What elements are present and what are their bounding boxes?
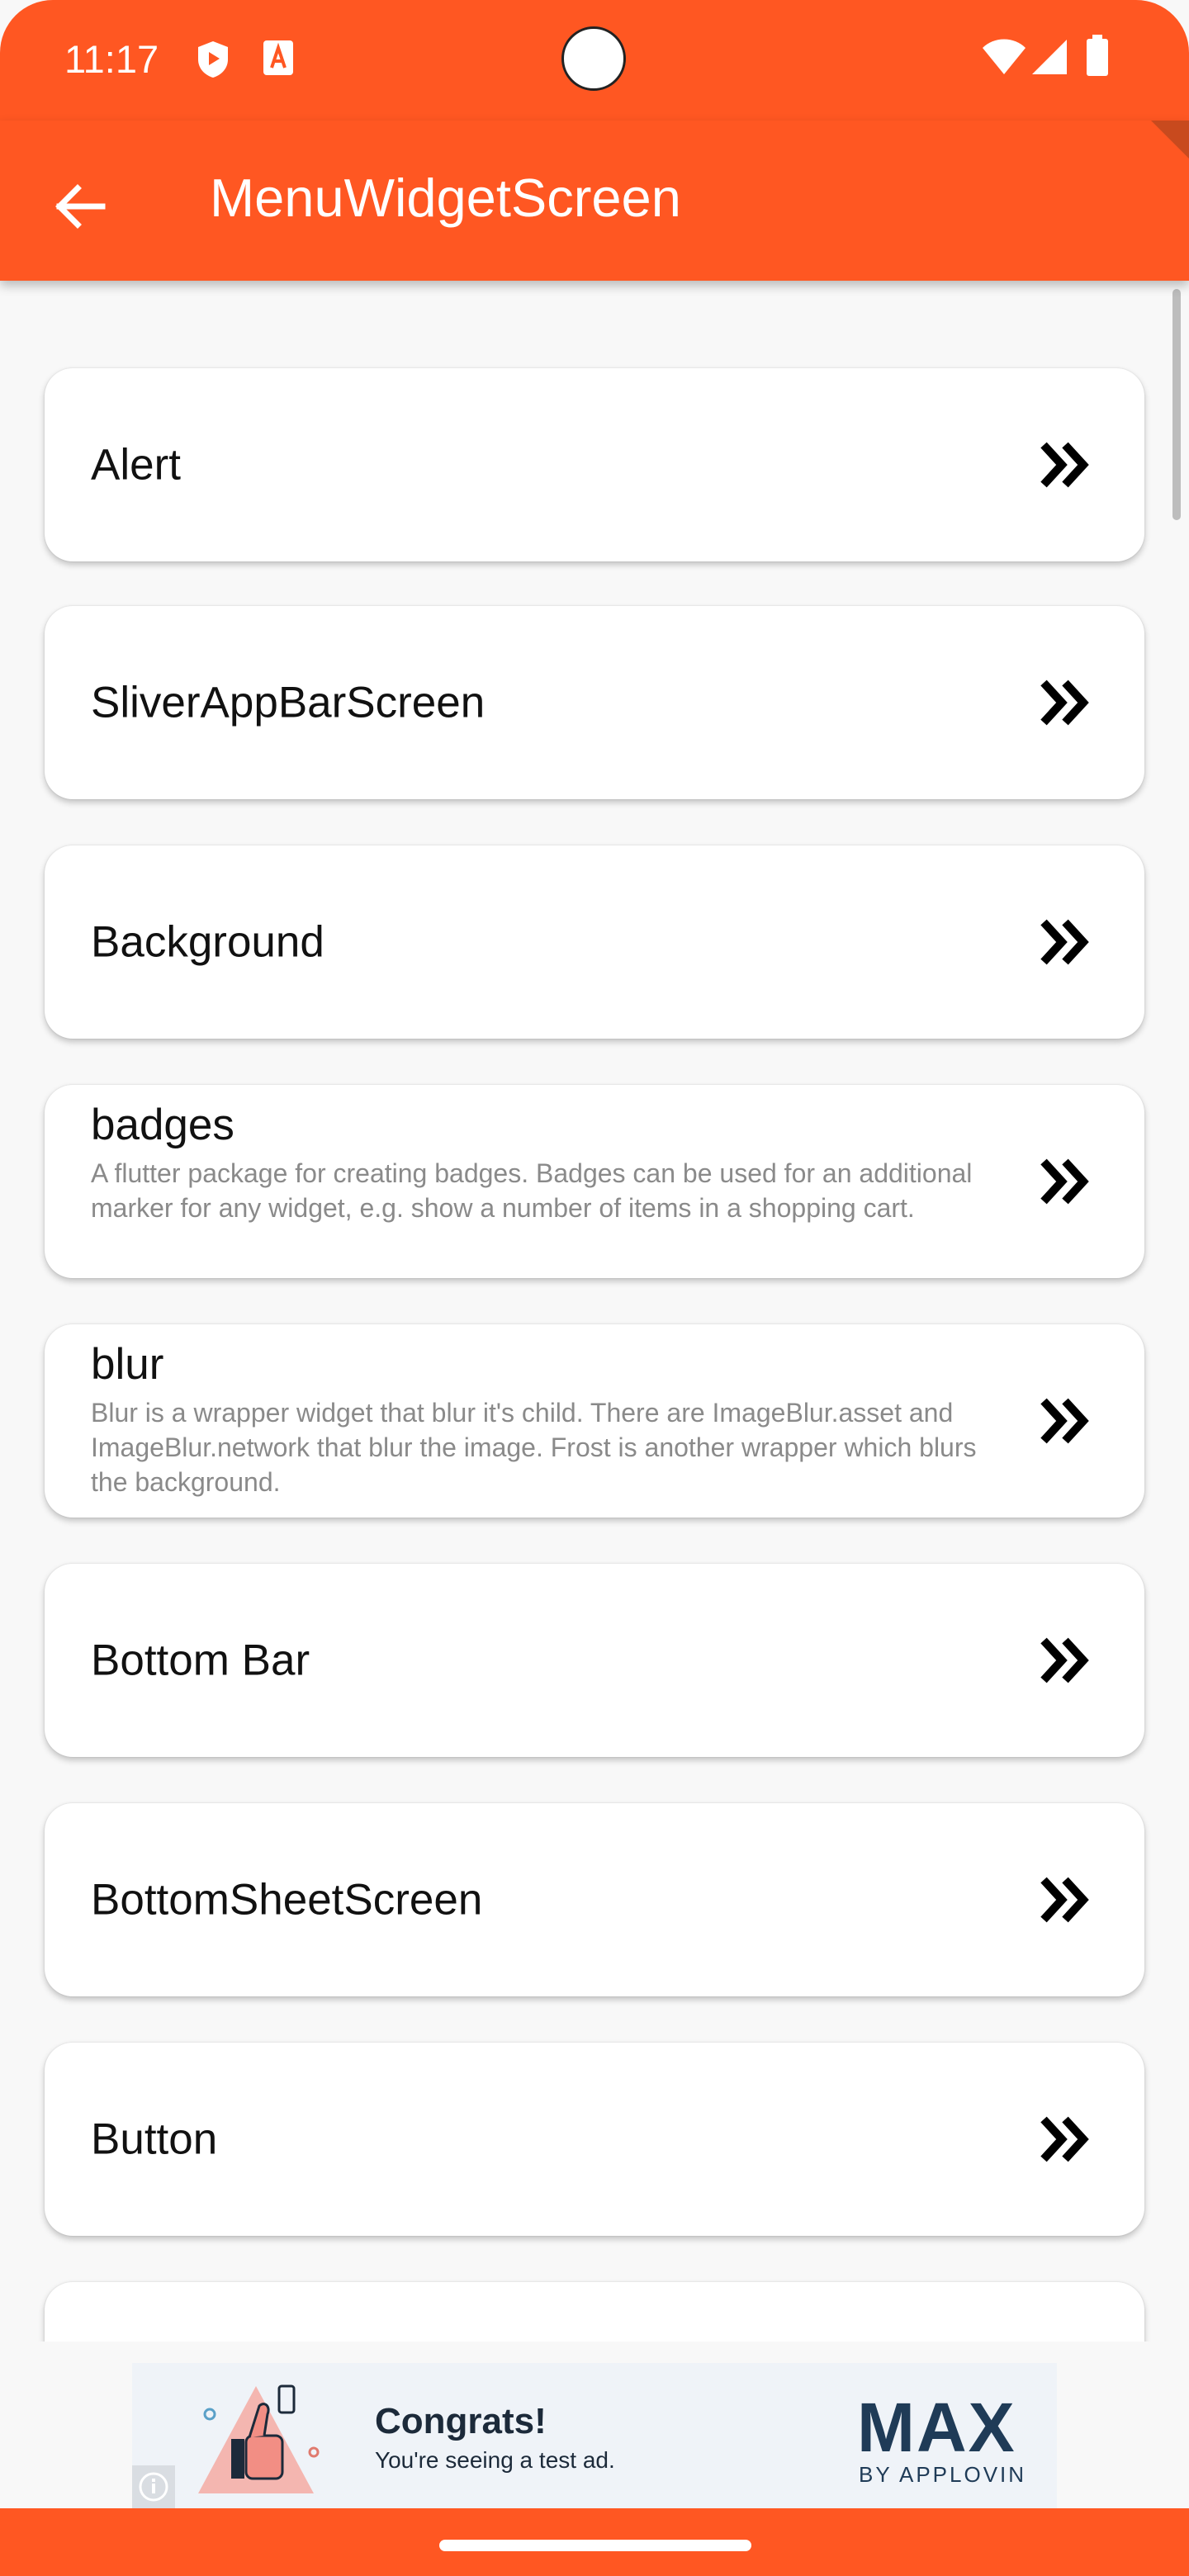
info-icon[interactable]: [132, 2465, 175, 2508]
front-camera: [561, 26, 626, 91]
list-item-bottom-bar[interactable]: Bottom Bar: [45, 1564, 1144, 1757]
list-item-title: Alert: [91, 440, 181, 490]
thumbs-up-icon: [190, 2378, 330, 2506]
menu-list[interactable]: Alert SliverAppBarScreen Background badg…: [0, 281, 1189, 2342]
signal-icon: [1030, 38, 1068, 80]
double-chevron-right-icon: [1040, 1398, 1092, 1444]
double-chevron-right-icon: [1040, 919, 1092, 965]
list-item-badges[interactable]: badges A flutter package for creating ba…: [45, 1085, 1144, 1278]
page-title: MenuWidgetScreen: [210, 168, 681, 228]
list-item-title: Button: [91, 2114, 218, 2164]
system-nav-bar: [0, 2508, 1189, 2576]
list-item-background[interactable]: Background: [45, 845, 1144, 1039]
list-item-subtitle: Blur is a wrapper widget that blur it's …: [91, 1398, 977, 1497]
arrow-left-icon[interactable]: [48, 173, 114, 239]
ad-banner[interactable]: Congrats! You're seeing a test ad. MAX B…: [132, 2363, 1057, 2508]
home-gesture-handle[interactable]: [439, 2540, 751, 2551]
shield-notification-icon: [197, 40, 230, 83]
list-item-partial[interactable]: [45, 2282, 1144, 2342]
list-item-sliverappbarscreen[interactable]: SliverAppBarScreen: [45, 606, 1144, 799]
scrollbar[interactable]: [1172, 289, 1181, 520]
wifi-icon: [981, 38, 1027, 80]
list-item-title: SliverAppBarScreen: [91, 678, 486, 727]
ad-brand: MAX: [857, 2389, 1016, 2466]
double-chevron-right-icon: [1040, 442, 1092, 488]
list-item-bottomsheetscreen[interactable]: BottomSheetScreen: [45, 1803, 1144, 1996]
status-time: 11:17: [64, 37, 159, 81]
debug-banner: [1151, 121, 1189, 159]
status-bar: 11:17: [0, 0, 1189, 121]
ad-headline: Congrats!: [375, 2401, 547, 2441]
list-item-title: blur: [91, 1340, 164, 1389]
list-item-title: BottomSheetScreen: [91, 1875, 483, 1925]
battery-icon: [1085, 35, 1110, 82]
ad-brand-sub: BY APPLOVIN: [859, 2462, 1027, 2487]
list-item-alert[interactable]: Alert: [45, 368, 1144, 561]
double-chevron-right-icon: [1040, 1158, 1092, 1205]
list-item-title: Background: [91, 917, 324, 967]
list-item-title: Bottom Bar: [91, 1636, 310, 1685]
double-chevron-right-icon: [1040, 1877, 1092, 1923]
list-item-title: badges: [91, 1101, 234, 1149]
app-bar: MenuWidgetScreen: [0, 121, 1189, 281]
double-chevron-right-icon: [1040, 1637, 1092, 1683]
double-chevron-right-icon: [1040, 2116, 1092, 2162]
list-item-button[interactable]: Button: [45, 2043, 1144, 2236]
double-chevron-right-icon: [1040, 680, 1092, 726]
a-notification-icon: [263, 40, 294, 80]
ad-subtext: You're seeing a test ad.: [375, 2447, 615, 2473]
list-item-subtitle: A flutter package for creating badges. B…: [91, 1158, 973, 1223]
list-item-blur[interactable]: blur Blur is a wrapper widget that blur …: [45, 1324, 1144, 1518]
